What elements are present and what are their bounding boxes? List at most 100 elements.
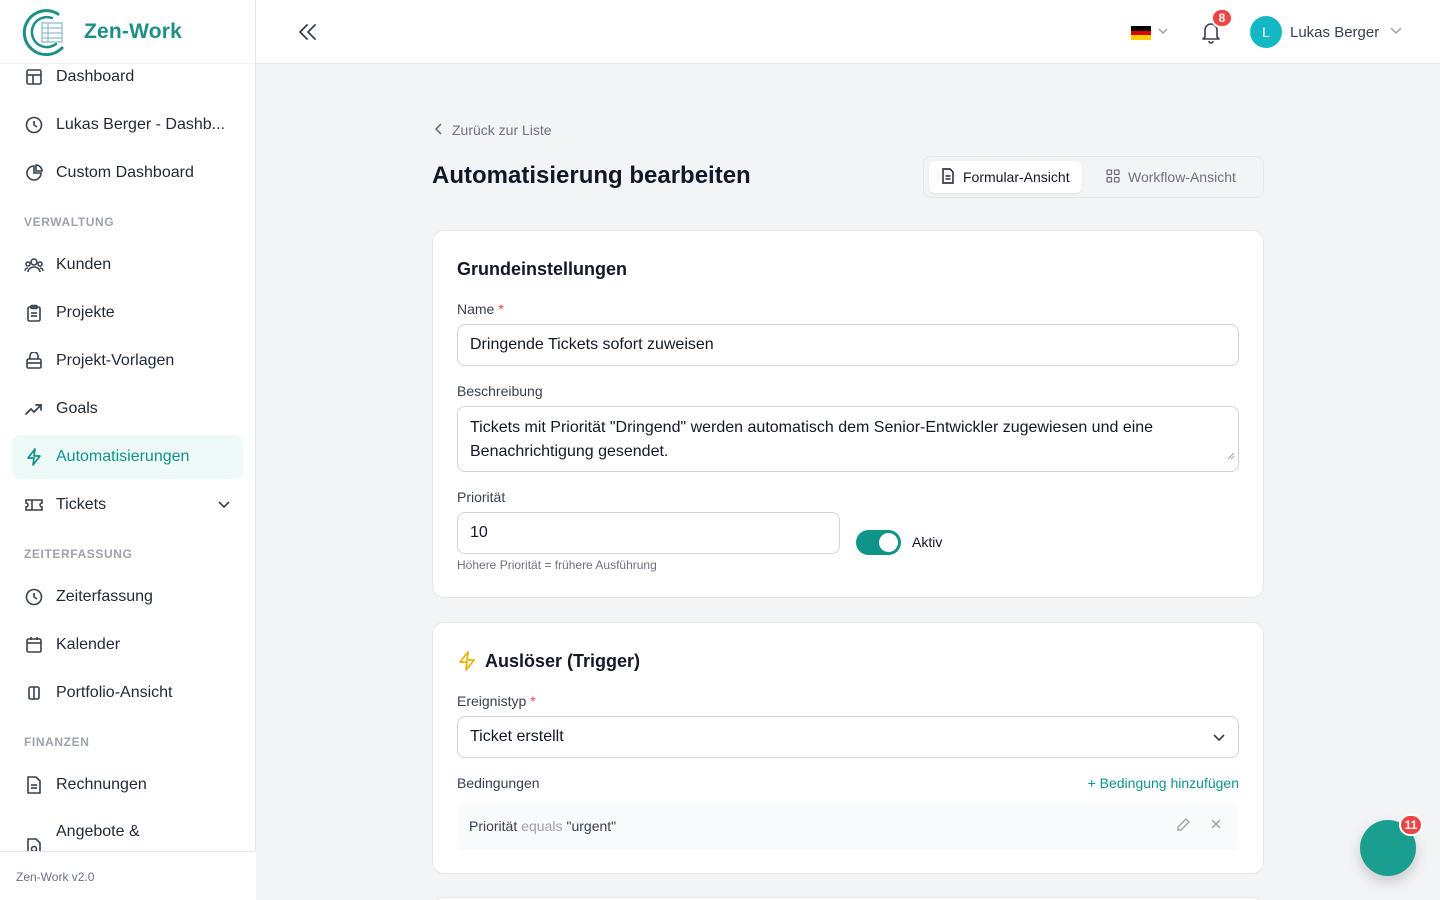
event-type-value: Ticket erstellt (470, 728, 564, 745)
sidebar-item-label: Tickets (56, 496, 107, 513)
language-switcher[interactable] (1131, 24, 1169, 42)
pie-chart-icon (24, 163, 44, 183)
sidebar-item-label: Portfolio-Ansicht (56, 684, 173, 701)
sidebar-item-label: Angebote & (56, 823, 140, 840)
users-icon (24, 255, 44, 275)
condition-value: "urgent" (566, 818, 617, 834)
description-label: Beschreibung (457, 383, 543, 399)
chevron-down-icon (1157, 24, 1169, 42)
sidebar-item-lukas-dashboard[interactable]: Lukas Berger - Dashb... (12, 103, 243, 147)
zen-work-logo-icon (18, 6, 70, 58)
clock-icon (24, 587, 44, 607)
sidebar-item-label: Lukas Berger - Dashb... (56, 116, 225, 133)
app-version: Zen-Work v2.0 (0, 851, 256, 900)
document-icon (941, 167, 955, 187)
view-toggle: Formular-Ansicht Workflow-Ansicht (923, 156, 1264, 198)
avatar: L (1250, 16, 1282, 48)
offer-icon (24, 837, 44, 851)
lightning-icon (457, 651, 477, 676)
form-view-label: Formular-Ansicht (963, 169, 1070, 185)
card-title: Grundeinstellungen (457, 259, 628, 279)
grid-icon (1106, 168, 1120, 186)
conditions-label: Bedingungen (457, 775, 540, 791)
sidebar-item-label: Zeiterfassung (56, 588, 153, 605)
sidebar-item-custom-dashboard[interactable]: Custom Dashboard (12, 151, 243, 195)
sidebar-item-kunden[interactable]: Kunden (12, 243, 243, 287)
resize-handle-icon[interactable] (1227, 444, 1235, 468)
sidebar-item-label: Goals (56, 400, 98, 417)
flag-de-icon (1131, 26, 1151, 41)
ticket-icon (24, 495, 44, 515)
sidebar-item-goals[interactable]: Goals (12, 387, 243, 431)
sidebar-item-label: Rechnungen (56, 776, 147, 793)
condition-field: Priorität (469, 818, 518, 834)
section-finanzen: FINANZEN (24, 735, 90, 749)
calendar-icon (24, 635, 44, 655)
workflow-view-button[interactable]: Workflow-Ansicht (1094, 161, 1248, 193)
trending-up-icon (24, 399, 44, 419)
brand-name: Zen-Work (84, 19, 183, 43)
basic-settings-card: Grundeinstellungen Name * Dringende Tick… (432, 230, 1264, 598)
sidebar-nav: Dashboard Lukas Berger - Dashb... Custom… (0, 54, 255, 851)
description-field[interactable]: Tickets mit Priorität "Dringend" werden … (457, 406, 1239, 472)
name-field[interactable]: Dringende Tickets sofort zuweisen (457, 324, 1239, 366)
columns-icon (24, 683, 44, 703)
priority-label: Priorität (457, 489, 506, 505)
active-label: Aktiv (912, 534, 943, 550)
priority-hint: Höhere Priorität = frühere Ausführung (457, 558, 657, 572)
sidebar-item-label: Projekte (56, 304, 115, 321)
template-icon (24, 351, 44, 371)
sidebar-item-dashboard[interactable]: Dashboard (12, 55, 243, 99)
sidebar-item-label: Automatisierungen (56, 448, 190, 465)
clipboard-icon (24, 303, 44, 323)
sidebar-item-label: Dashboard (56, 68, 135, 85)
close-icon[interactable] (1209, 817, 1223, 836)
card-title: Auslöser (Trigger) (485, 651, 641, 671)
event-type-label: Ereignistyp * (457, 693, 536, 709)
condition-operator: equals (521, 818, 563, 834)
invoice-icon (24, 775, 44, 795)
sidebar: Zen-Work Dashboard Lukas Berger - Dashb.… (0, 0, 256, 900)
active-toggle[interactable] (856, 530, 901, 555)
priority-field[interactable]: 10 (457, 512, 840, 554)
edit-icon[interactable] (1175, 817, 1191, 836)
collapse-sidebar-icon[interactable] (296, 20, 320, 44)
sidebar-item-projekte[interactable]: Projekte (12, 291, 243, 335)
condition-row: Priorität equals "urgent" (457, 802, 1239, 850)
chevron-down-icon (1389, 23, 1403, 42)
sidebar-item-label: Projekt-Vorlagen (56, 352, 175, 369)
sidebar-item-label: Kunden (56, 256, 112, 273)
clock-icon (24, 115, 44, 135)
user-menu[interactable]: L Lukas Berger (1250, 16, 1403, 48)
page-title: Automatisierung bearbeiten (432, 162, 751, 189)
description-text: Tickets mit Priorität "Dringend" werden … (470, 419, 1154, 460)
dashboard-icon (24, 67, 44, 87)
chevron-left-icon (434, 122, 444, 138)
sidebar-item-label: Custom Dashboard (56, 164, 194, 181)
sidebar-item-label: Kalender (56, 636, 121, 653)
chevron-down-icon[interactable] (217, 497, 231, 516)
sidebar-item-angebote[interactable]: Angebote & (12, 811, 243, 851)
chevron-down-icon (1212, 730, 1226, 749)
chat-badge: 11 (1399, 814, 1423, 836)
form-view-button[interactable]: Formular-Ansicht (929, 161, 1082, 193)
sidebar-item-rechnungen[interactable]: Rechnungen (12, 763, 243, 807)
sidebar-item-tickets[interactable]: Tickets (12, 483, 243, 527)
topbar: 8 L Lukas Berger (256, 0, 1440, 64)
back-label: Zurück zur Liste (452, 122, 552, 138)
sidebar-item-projekt-vorlagen[interactable]: Projekt-Vorlagen (12, 339, 243, 383)
sidebar-item-zeiterfassung[interactable]: Zeiterfassung (12, 575, 243, 619)
section-zeiterfassung: ZEITERFASSUNG (24, 547, 133, 561)
sidebar-item-portfolio[interactable]: Portfolio-Ansicht (12, 671, 243, 715)
sidebar-item-kalender[interactable]: Kalender (12, 623, 243, 667)
section-verwaltung: VERWALTUNG (24, 215, 115, 229)
back-to-list-link[interactable]: Zurück zur Liste (434, 122, 552, 138)
lightning-icon (24, 447, 44, 467)
sidebar-item-automatisierungen[interactable]: Automatisierungen (12, 435, 243, 479)
name-label: Name * (457, 301, 504, 317)
add-condition-link[interactable]: + Bedingung hinzufügen (1088, 775, 1239, 791)
trigger-card: Auslöser (Trigger) Ereignistyp * Ticket … (432, 622, 1264, 874)
workflow-view-label: Workflow-Ansicht (1128, 169, 1236, 185)
user-name: Lukas Berger (1290, 23, 1380, 41)
event-type-select[interactable]: Ticket erstellt (457, 716, 1239, 758)
